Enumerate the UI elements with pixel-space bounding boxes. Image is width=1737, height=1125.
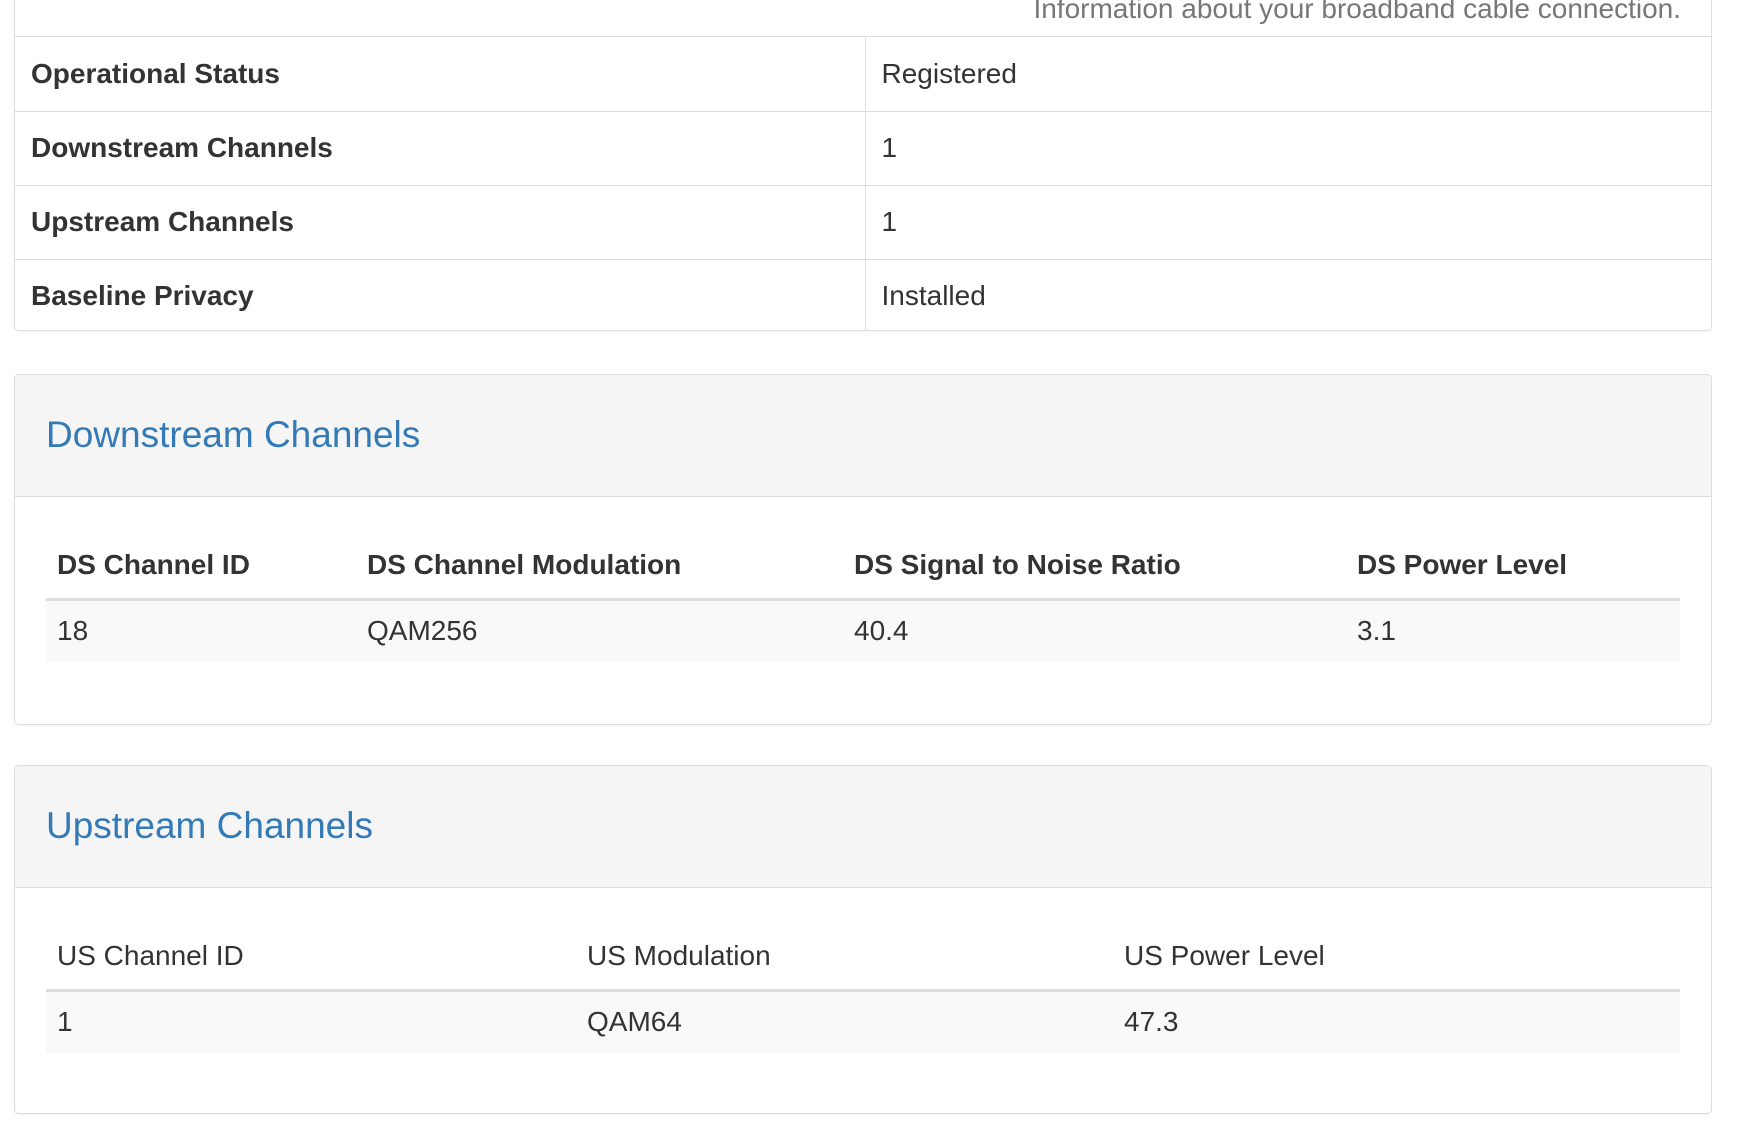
upstream-channels-table: US Channel ID US Modulation US Power Lev… [46,924,1680,1053]
downstream-panel-title: Downstream Channels [46,414,421,455]
summary-description: Information about your broadband cable c… [1033,0,1681,24]
table-cell: 18 [46,599,356,662]
column-header: DS Signal to Noise Ratio [843,533,1346,601]
table-cell: 3.1 [1346,599,1680,662]
table-header-row: US Channel ID US Modulation US Power Lev… [46,924,1680,992]
column-header: US Power Level [1113,924,1680,992]
table-cell: 1 [46,990,576,1053]
table-row: Baseline Privacy Installed [15,259,1711,330]
summary-value: 1 [865,111,1711,186]
table-row: Upstream Channels 1 [15,185,1711,260]
downstream-channels-panel: Downstream Channels DS Channel ID DS Cha… [14,374,1712,725]
summary-label: Downstream Channels [15,111,866,186]
panel-body: US Channel ID US Modulation US Power Lev… [15,888,1711,1053]
table-row: 1 QAM64 47.3 [46,990,1680,1053]
table-cell: 40.4 [843,599,1346,662]
table-row: Operational Status Registered [15,37,1711,112]
table-cell: 47.3 [1113,990,1680,1053]
downstream-channels-table: DS Channel ID DS Channel Modulation DS S… [46,533,1680,662]
connection-summary-table: Operational Status Registered Downstream… [15,37,1711,330]
panel-body: DS Channel ID DS Channel Modulation DS S… [15,497,1711,662]
upstream-panel-title: Upstream Channels [46,805,373,846]
table-cell: QAM256 [356,599,843,662]
table-row: 18 QAM256 40.4 3.1 [46,599,1680,662]
table-cell: QAM64 [576,990,1113,1053]
summary-label: Upstream Channels [15,185,866,260]
table-row: Downstream Channels 1 [15,111,1711,186]
summary-label: Baseline Privacy [15,259,866,330]
table-header-row: DS Channel ID DS Channel Modulation DS S… [46,533,1680,601]
panel-heading: Downstream Channels [15,375,1711,497]
column-header: DS Power Level [1346,533,1680,601]
summary-header: Information about your broadband cable c… [15,0,1711,37]
column-header: DS Channel Modulation [356,533,843,601]
column-header: DS Channel ID [46,533,356,601]
upstream-channels-panel: Upstream Channels US Channel ID US Modul… [14,765,1712,1114]
connection-summary-panel: Information about your broadband cable c… [14,0,1712,331]
summary-label: Operational Status [15,37,866,112]
column-header: US Modulation [576,924,1113,992]
summary-value: Registered [865,37,1711,112]
summary-value: 1 [865,185,1711,260]
panel-heading: Upstream Channels [15,766,1711,888]
summary-value: Installed [881,280,986,312]
page: Information about your broadband cable c… [0,0,1737,1125]
column-header: US Channel ID [46,924,576,992]
